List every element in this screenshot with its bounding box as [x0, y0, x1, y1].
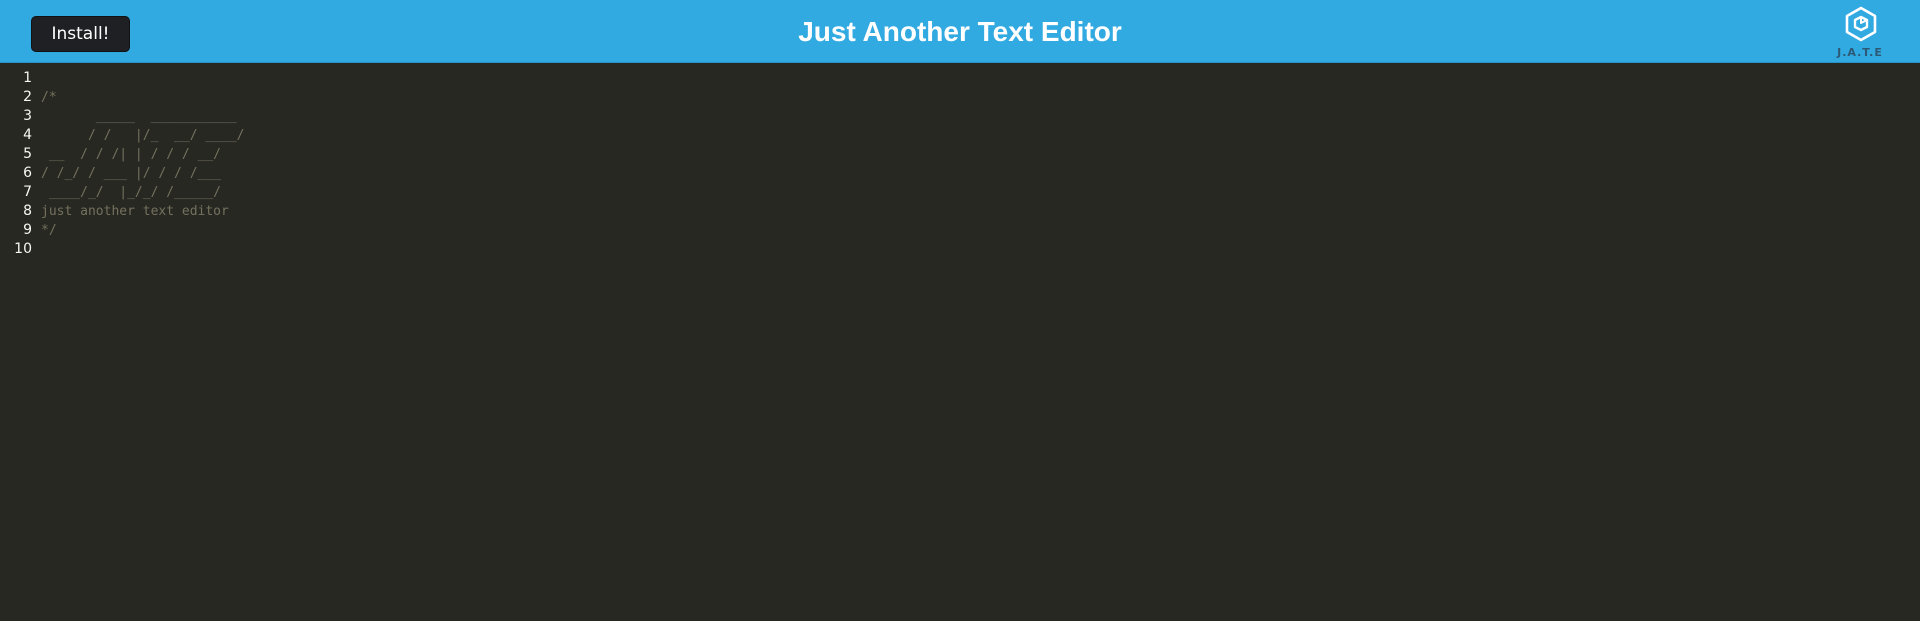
line-number: 3: [23, 108, 32, 124]
line-number: 1: [23, 70, 32, 86]
code-line[interactable]: ____/_/ |_/_/ /_____/: [41, 183, 245, 202]
app-header: Install! Just Another Text Editor J.A.T.…: [0, 0, 1920, 63]
code-content[interactable]: /* _____ ___________ / / |/_ __/ ____/ _…: [41, 69, 245, 259]
line-number: 5: [23, 146, 32, 162]
line-number: 6: [23, 165, 32, 181]
code-line[interactable]: just another text editor: [41, 202, 245, 221]
code-line[interactable]: [41, 69, 245, 88]
code-line[interactable]: / /_/ / ___ |/ / / /___: [41, 164, 245, 183]
code-line[interactable]: __ / / /| | / / / __/: [41, 145, 245, 164]
line-number: 9: [23, 222, 32, 238]
line-number: 7: [23, 184, 32, 200]
code-editor[interactable]: 1 2 3 4 5 6 7 8 9 10 /* _____ __________…: [0, 63, 1920, 621]
code-line[interactable]: _____ ___________: [41, 107, 245, 126]
logo-text: J.A.T.E: [1837, 46, 1883, 59]
install-button[interactable]: Install!: [31, 16, 130, 52]
code-line[interactable]: [41, 240, 245, 259]
line-number: 8: [23, 203, 32, 219]
code-line[interactable]: /*: [41, 88, 245, 107]
cube-logo-icon: [1845, 6, 1877, 42]
code-line[interactable]: */: [41, 221, 245, 240]
line-number-gutter: 1 2 3 4 5 6 7 8 9 10: [0, 69, 36, 259]
code-line[interactable]: / / |/_ __/ ____/: [41, 126, 245, 145]
logo: J.A.T.E: [1832, 6, 1888, 60]
app-title: Just Another Text Editor: [798, 15, 1122, 47]
line-number: 10: [14, 241, 32, 257]
line-number: 2: [23, 89, 32, 105]
line-number: 4: [23, 127, 32, 143]
